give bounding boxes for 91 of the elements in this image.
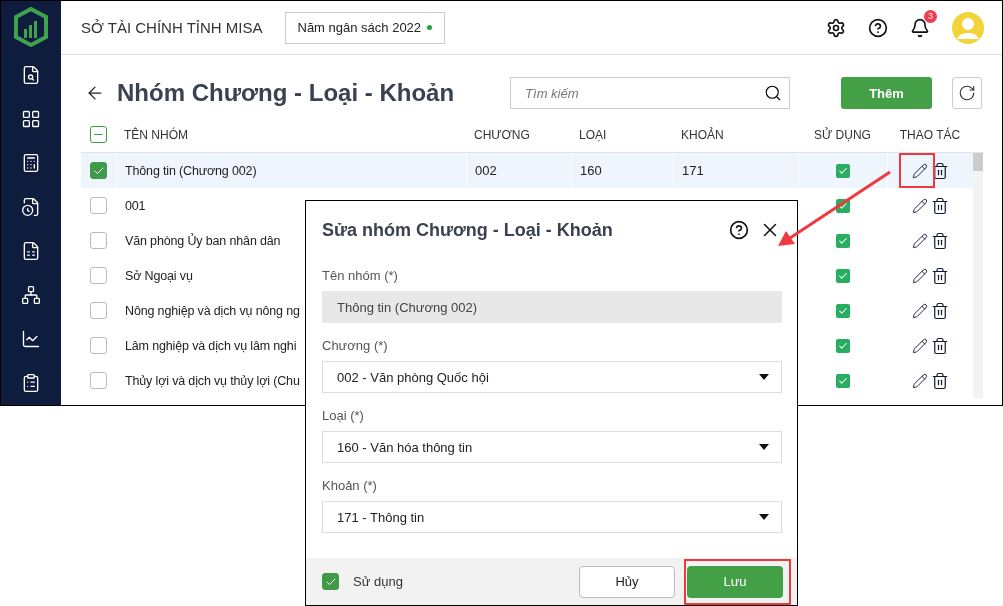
- dialog-title: Sửa nhóm Chương - Loại - Khoản: [322, 219, 614, 241]
- highlight-frame: [899, 153, 935, 188]
- field-label: Loại (*): [322, 408, 365, 423]
- search-field[interactable]: Tìm kiếm: [510, 77, 791, 109]
- row-checkbox[interactable]: [90, 232, 107, 249]
- help-icon[interactable]: [868, 17, 888, 38]
- checkbox-label: Sử dụng: [353, 574, 404, 589]
- hierarchy-icon[interactable]: [21, 285, 41, 305]
- edit-icon[interactable]: [912, 267, 928, 284]
- dropdown-field[interactable]: 160 - Văn hóa thông tin: [322, 431, 782, 463]
- table-cell: Sở Ngoại vụ: [125, 268, 193, 283]
- caret-icon: [759, 374, 769, 380]
- in-use-checkbox[interactable]: [836, 373, 850, 388]
- table-cell: Lâm nghiệp và dịch vụ lâm nghi: [125, 338, 297, 353]
- edit-icon[interactable]: [912, 197, 928, 214]
- checkmark-icon: [838, 165, 848, 176]
- row-checkbox[interactable]: [90, 197, 107, 214]
- delete-icon[interactable]: [931, 336, 949, 355]
- row-checkbox[interactable]: [90, 372, 107, 389]
- delete-icon[interactable]: [931, 371, 949, 390]
- notification-badge: 3: [924, 9, 937, 23]
- refresh-icon[interactable]: [957, 84, 976, 102]
- in-use-checkbox[interactable]: [322, 573, 339, 590]
- document-clock-icon[interactable]: [21, 197, 41, 217]
- checkmark-icon: [838, 200, 848, 211]
- in-use-checkbox[interactable]: [836, 163, 850, 178]
- edit-icon[interactable]: [912, 372, 928, 389]
- select-all-checkbox[interactable]: [90, 126, 107, 143]
- column-header: TÊN NHÓM: [123, 127, 189, 142]
- caret-icon: [759, 444, 769, 450]
- checkmark-icon: [838, 305, 848, 316]
- table-cell: 171: [682, 163, 704, 178]
- column-header: SỬ DỤNG: [813, 127, 872, 142]
- table-cell: Thủy lợi và dịch vụ thủy lợi (Chu: [125, 373, 300, 388]
- table-cell: Thông tin (Chương 002): [125, 163, 257, 178]
- dropdown-field[interactable]: 002 - Văn phòng Quốc hội: [322, 361, 782, 393]
- field-label: Chương (*): [322, 338, 389, 353]
- table-row[interactable]: Thông tin (Chương 002) 002 160 171: [81, 153, 973, 188]
- delete-icon[interactable]: [931, 231, 949, 250]
- in-use-checkbox[interactable]: [836, 338, 850, 353]
- page-title: Nhóm Chương - Loại - Khoản: [117, 79, 455, 107]
- dashboard-icon[interactable]: [21, 109, 41, 129]
- calculator-icon[interactable]: [21, 153, 41, 173]
- table-cell: 001: [125, 198, 146, 213]
- budget-year-selector[interactable]: Năm ngân sách 2022: [284, 11, 446, 44]
- delete-icon[interactable]: [931, 266, 949, 285]
- delete-icon[interactable]: [931, 301, 949, 320]
- field-label: Tên nhóm (*): [322, 268, 399, 283]
- row-checkbox[interactable]: [90, 337, 107, 354]
- scrollbar-thumb[interactable]: [973, 153, 983, 171]
- settings-icon[interactable]: [826, 17, 846, 38]
- field-label: Khoản (*): [322, 478, 378, 493]
- edit-icon[interactable]: [912, 337, 928, 354]
- table-cell: Nông nghiệp và dịch vụ nông ng: [125, 303, 300, 318]
- table-cell: 160: [580, 163, 602, 178]
- spreadsheet-icon[interactable]: [21, 241, 41, 261]
- row-checkbox[interactable]: [90, 162, 107, 179]
- scrollbar[interactable]: [973, 153, 983, 398]
- document-search-icon[interactable]: [21, 65, 41, 85]
- edit-icon[interactable]: [912, 232, 928, 249]
- in-use-checkbox[interactable]: [836, 303, 850, 318]
- column-header: CHƯƠNG: [473, 127, 531, 142]
- line-chart-icon[interactable]: [21, 329, 41, 349]
- table-cell: Văn phòng Ủy ban nhân dân: [125, 233, 281, 248]
- checkmark-icon: [838, 270, 848, 281]
- checkmark-icon: [838, 375, 848, 386]
- in-use-checkbox[interactable]: [836, 233, 850, 248]
- search-icon[interactable]: [764, 84, 783, 102]
- bell-icon[interactable]: [910, 17, 930, 38]
- column-header: KHOẢN: [680, 127, 725, 142]
- column-header: THAO TÁC: [898, 127, 962, 142]
- clipboard-chart-icon[interactable]: [21, 373, 41, 393]
- cancel-button[interactable]: Hủy: [579, 565, 675, 598]
- checkmark-icon: [838, 340, 848, 351]
- budget-year-label: Năm ngân sách 2022: [297, 20, 422, 35]
- logo-icon: [13, 7, 49, 47]
- caret-icon: [759, 514, 769, 520]
- edit-icon[interactable]: [912, 162, 928, 179]
- table-cell: 002: [475, 163, 497, 178]
- dropdown-field[interactable]: 171 - Thông tin: [322, 501, 782, 533]
- column-header: LOẠI: [578, 127, 608, 142]
- refresh-button[interactable]: [951, 77, 982, 109]
- status-dot: [427, 25, 433, 30]
- checkmark-icon: [838, 235, 848, 246]
- help-icon[interactable]: [729, 220, 749, 240]
- edit-icon[interactable]: [912, 302, 928, 319]
- delete-icon[interactable]: [931, 196, 949, 215]
- row-checkbox[interactable]: [90, 267, 107, 284]
- in-use-checkbox[interactable]: [836, 268, 850, 283]
- organization-name: SỞ TÀI CHÍNH TỈNH MISA: [81, 19, 263, 36]
- row-checkbox[interactable]: [90, 302, 107, 319]
